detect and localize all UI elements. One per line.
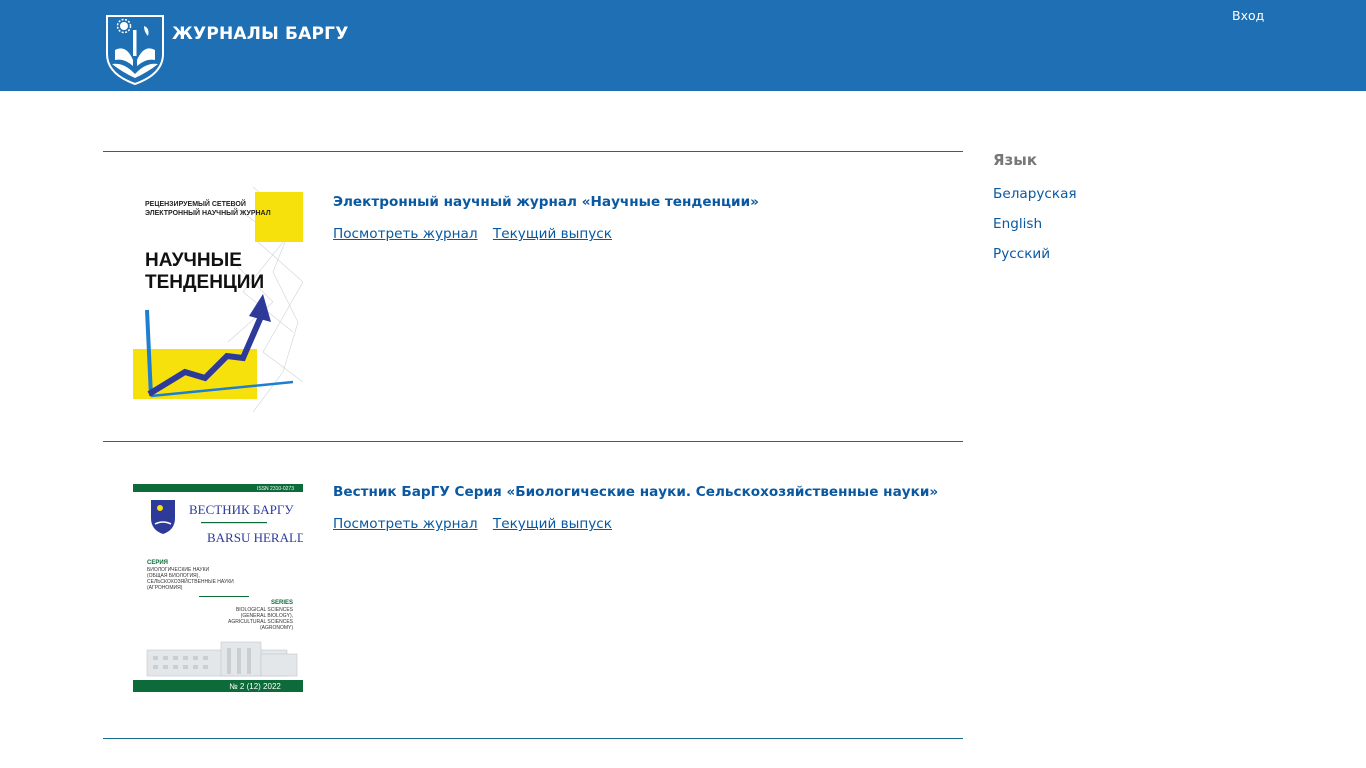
journal-title-link[interactable]: Электронный научный журнал «Научные тенд… xyxy=(333,194,759,210)
cover-sub-ru-4: (АГРОНОМИЯ) xyxy=(147,585,183,591)
login-link[interactable]: Вход xyxy=(1232,8,1264,23)
sidebar-title: Язык xyxy=(993,151,1038,169)
current-issue-link[interactable]: Текущий выпуск xyxy=(493,516,612,532)
journal-list: РЕЦЕНЗИРУЕМЫЙ СЕТЕВОЙ ЭЛЕКТРОННЫЙ НАУЧНЫ… xyxy=(103,151,963,739)
cover-sub-ru-3: СЕЛЬСКОХОЗЯЙСТВЕННЫЕ НАУКИ xyxy=(147,577,234,585)
cover-line-2: ЭЛЕКТРОННЫЙ НАУЧНЫЙ ЖУРНАЛ xyxy=(145,208,271,217)
view-journal-link[interactable]: Посмотреть журнал xyxy=(333,226,478,242)
site-title[interactable]: ЖУРНАЛЫ БАРГУ xyxy=(172,24,349,44)
cover-name-en: BARSU HERALD xyxy=(207,530,303,545)
cover-series-ru: СЕРИЯ xyxy=(147,560,168,566)
journal-cover-image[interactable]: РЕЦЕНЗИРУЕМЫЙ СЕТЕВОЙ ЭЛЕКТРОННЫЙ НАУЧНЫ… xyxy=(133,182,303,412)
language-link-belarusian[interactable]: Беларуская xyxy=(993,185,1233,215)
view-journal-link[interactable]: Посмотреть журнал xyxy=(333,516,478,532)
journal-links: Посмотреть журнал Текущий выпуск xyxy=(333,226,623,242)
cover-issn: ISSN 2310-0273 xyxy=(257,486,294,492)
journal-title-link[interactable]: Вестник БарГУ Серия «Биологические науки… xyxy=(333,484,938,500)
cover-series-en: SERIES xyxy=(271,600,293,606)
cover-title-line-1: НАУЧНЫЕ xyxy=(145,250,242,271)
language-link-english[interactable]: English xyxy=(993,215,1233,245)
language-sidebar: Язык Беларуская English Русский xyxy=(993,151,1233,275)
journal-cover-image[interactable]: ISSN 2310-0273 ВЕСТНИК БАРГУ BARSU HERAL… xyxy=(133,484,303,692)
cover-title-line-2: ТЕНДЕНЦИИ xyxy=(145,272,264,293)
divider xyxy=(103,738,963,739)
site-header: ЖУРНАЛЫ БАРГУ Вход xyxy=(0,0,1366,91)
journal-item: РЕЦЕНЗИРУЕМЫЙ СЕТЕВОЙ ЭЛЕКТРОННЫЙ НАУЧНЫ… xyxy=(103,152,963,441)
language-link-russian[interactable]: Русский xyxy=(993,245,1233,275)
cover-issue: № 2 (12) 2022 xyxy=(229,682,281,691)
journal-links: Посмотреть журнал Текущий выпуск xyxy=(333,516,623,532)
cover-sub-en-4: (AGRONOMY) xyxy=(260,625,293,631)
cover-name-ru: ВЕСТНИК БАРГУ xyxy=(189,502,294,517)
university-crest-logo[interactable] xyxy=(104,14,166,85)
cover-line-1: РЕЦЕНЗИРУЕМЫЙ СЕТЕВОЙ xyxy=(145,199,246,208)
journal-item: ISSN 2310-0273 ВЕСТНИК БАРГУ BARSU HERAL… xyxy=(103,442,963,738)
current-issue-link[interactable]: Текущий выпуск xyxy=(493,226,612,242)
